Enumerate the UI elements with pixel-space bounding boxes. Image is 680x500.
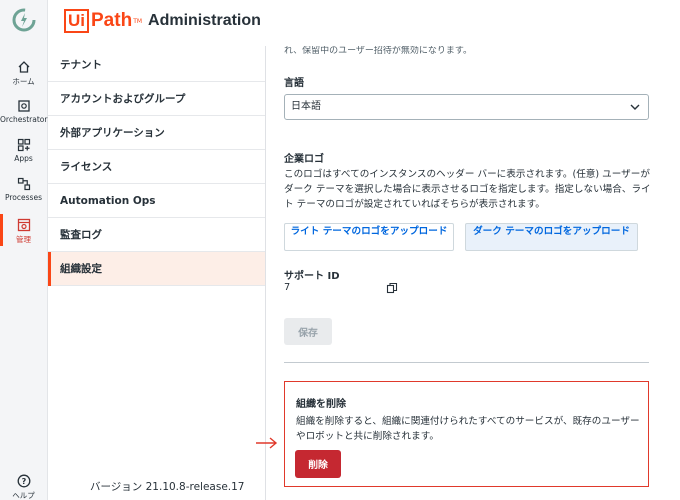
rail-item-orchestrator[interactable]: Orchestrator — [0, 99, 47, 124]
nav-item-audit-logs[interactable]: 監査ログ — [48, 218, 265, 252]
rail-item-home[interactable]: ホーム — [0, 60, 47, 87]
rail-item-admin[interactable]: 管理 — [0, 214, 47, 246]
upload-dark-logo-button[interactable]: ダーク テーマのロゴをアップロード — [465, 223, 638, 251]
svg-text:?: ? — [21, 477, 26, 486]
apps-icon — [17, 138, 30, 152]
upload-light-logo-button[interactable]: ライト テーマのロゴをアップロード — [284, 223, 454, 251]
support-id-value: 7 — [284, 282, 291, 293]
rail-label: Processes — [5, 193, 42, 202]
copy-icon[interactable] — [386, 282, 398, 294]
nav-item-org-settings[interactable]: 組織設定 — [48, 252, 265, 286]
home-icon — [18, 61, 29, 73]
rail-item-processes[interactable]: Processes — [0, 177, 47, 202]
section-divider — [284, 362, 649, 363]
nav-item-external-apps[interactable]: 外部アプリケーション — [48, 116, 265, 150]
brand-box: Ui — [64, 9, 89, 33]
arrow-right-icon — [256, 437, 278, 449]
brand-path: Path — [91, 10, 133, 31]
left-rail: ホーム Orchestrator Apps Processes 管理 ? ヘルプ — [0, 0, 48, 500]
nav-item-licenses[interactable]: ライセンス — [48, 150, 265, 184]
delete-org-title: 組織を削除 — [296, 399, 346, 410]
settings-nav: テナント アカウントおよびグループ 外部アプリケーション ライセンス Autom… — [48, 46, 266, 500]
uipath-logo-icon[interactable] — [12, 8, 36, 32]
logo-description: このロゴはすべてのインスタンスのヘッダー バーに表示されます。(任意) ユーザー… — [284, 169, 651, 210]
rail-label: Apps — [14, 154, 33, 163]
nav-item-tenants[interactable]: テナント — [48, 48, 265, 82]
help-icon: ? — [17, 474, 30, 488]
app-header: Ui Path TM Administration — [48, 0, 680, 46]
rail-label: ホーム — [12, 77, 35, 86]
language-label: 言語 — [284, 78, 304, 89]
main-content: れ、保留中のユーザー招待が無効になります。 言語 日本語 企業ロゴ このロゴはす… — [266, 46, 680, 500]
brand-trademark: TM — [133, 17, 143, 25]
delete-org-panel: 組織を削除 組織を削除すると、組織に関連付けられたすべてのサービスが、既存のユー… — [284, 381, 649, 487]
version-label: バージョン 21.10.8-release.17 — [90, 481, 245, 493]
orchestrator-icon — [17, 100, 30, 112]
rail-item-help[interactable]: ? ヘルプ — [0, 474, 47, 500]
brand-logo[interactable]: Ui Path TM Administration — [64, 9, 261, 33]
rail-item-apps[interactable]: Apps — [0, 138, 47, 163]
save-button[interactable]: 保存 — [284, 318, 332, 345]
rail-label: 管理 — [16, 235, 31, 244]
delete-button[interactable]: 削除 — [295, 450, 341, 478]
delete-org-description: 組織を削除すると、組織に関連付けられたすべてのサービスが、既存のユーザーやロボッ… — [296, 416, 640, 442]
rail-label: Orchestrator — [0, 115, 48, 124]
chevron-down-icon — [630, 104, 640, 110]
logo-label: 企業ロゴ — [284, 154, 324, 165]
nav-item-automation-ops[interactable]: Automation Ops — [48, 184, 265, 218]
nav-item-accounts-groups[interactable]: アカウントおよびグループ — [48, 82, 265, 116]
admin-icon — [17, 218, 30, 232]
cut-off-text: れ、保留中のユーザー招待が無効になります。 — [284, 46, 473, 56]
language-value: 日本語 — [291, 101, 321, 112]
processes-icon — [17, 177, 30, 191]
language-select[interactable]: 日本語 — [284, 94, 649, 120]
rail-label: ヘルプ — [12, 491, 35, 500]
support-id-label: サポート ID — [284, 271, 340, 282]
app-title: Administration — [148, 12, 261, 29]
